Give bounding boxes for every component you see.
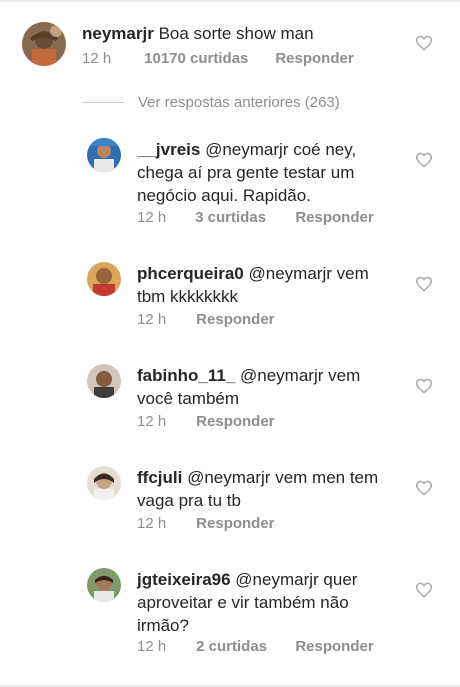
reply-meta: 12 h 3 curtidas Responder bbox=[137, 209, 374, 226]
reply-button[interactable]: Responder bbox=[295, 209, 373, 226]
reply-meta: 12 h Responder bbox=[137, 413, 275, 430]
reply-time: 12 h bbox=[137, 515, 167, 532]
avatar-neymarjr[interactable] bbox=[22, 22, 66, 66]
like-heart-icon[interactable] bbox=[415, 35, 433, 51]
like-heart-icon[interactable] bbox=[415, 378, 433, 394]
comment-username[interactable]: neymarjr bbox=[82, 24, 154, 43]
reply-username[interactable]: fabinho_11_ bbox=[137, 366, 235, 385]
comment-body: Boa sorte show man bbox=[158, 24, 314, 43]
avatar-phcerqueira0[interactable] bbox=[87, 262, 121, 296]
reply-mention[interactable]: @neymarjr bbox=[187, 468, 270, 487]
reply-mention[interactable]: @neymarjr bbox=[240, 366, 323, 385]
reply-button[interactable]: Responder bbox=[196, 515, 274, 532]
reply-meta: 12 h Responder bbox=[137, 311, 275, 328]
like-heart-icon[interactable] bbox=[415, 582, 433, 598]
view-previous-replies[interactable]: Ver respostas anteriores (263) bbox=[82, 94, 340, 111]
reply-time: 12 h bbox=[137, 311, 167, 328]
reply-text: phcerqueira0 @neymarjr vem tbm kkkkkkkk bbox=[137, 262, 387, 308]
reply-likes[interactable]: 2 curtidas bbox=[196, 638, 291, 655]
comment-time: 12 h bbox=[82, 50, 112, 67]
reply-time: 12 h bbox=[137, 209, 167, 226]
like-heart-icon[interactable] bbox=[415, 276, 433, 292]
reply-time: 12 h bbox=[137, 413, 167, 430]
reply-button[interactable]: Responder bbox=[196, 311, 274, 328]
reply-username[interactable]: phcerqueira0 bbox=[137, 264, 244, 283]
like-heart-icon[interactable] bbox=[415, 152, 433, 168]
reply-meta: 12 h 2 curtidas Responder bbox=[137, 638, 374, 655]
reply-time: 12 h bbox=[137, 638, 167, 655]
reply-text: jgteixeira96 @neymarjr quer aproveitar e… bbox=[137, 568, 387, 637]
reply-meta: 12 h Responder bbox=[137, 515, 275, 532]
reply-mention[interactable]: @neymarjr bbox=[205, 140, 288, 159]
reply-button[interactable]: Responder bbox=[295, 638, 373, 655]
reply-text: ffcjuli @neymarjr vem men tem vaga pra t… bbox=[137, 466, 397, 512]
reply-likes[interactable]: 3 curtidas bbox=[195, 209, 291, 226]
like-heart-icon[interactable] bbox=[415, 480, 433, 496]
reply-username[interactable]: jgteixeira96 bbox=[137, 570, 231, 589]
comment-text: neymarjr Boa sorte show man bbox=[82, 22, 402, 45]
top-divider bbox=[0, 0, 460, 2]
view-previous-divider bbox=[82, 102, 124, 103]
avatar-fabinho[interactable] bbox=[87, 364, 121, 398]
comment-likes[interactable]: 10170 curtidas bbox=[144, 50, 271, 67]
reply-text: fabinho_11_ @neymarjr vem você também bbox=[137, 364, 387, 410]
reply-mention[interactable]: @neymarjr bbox=[249, 264, 332, 283]
avatar-jvreis[interactable] bbox=[87, 138, 121, 172]
comment-meta: 12 h 10170 curtidas Responder bbox=[82, 50, 354, 67]
avatar-jgteixeira96[interactable] bbox=[87, 568, 121, 602]
avatar-ffcjuli[interactable] bbox=[87, 466, 121, 500]
reply-mention[interactable]: @neymarjr bbox=[235, 570, 318, 589]
reply-button[interactable]: Responder bbox=[196, 413, 274, 430]
reply-username[interactable]: ffcjuli bbox=[137, 468, 182, 487]
reply-button[interactable]: Responder bbox=[275, 50, 353, 67]
reply-text: __jvreis @neymarjr coé ney, chega aí pra… bbox=[137, 138, 387, 207]
reply-username[interactable]: __jvreis bbox=[137, 140, 200, 159]
view-previous-label[interactable]: Ver respostas anteriores (263) bbox=[138, 94, 340, 111]
